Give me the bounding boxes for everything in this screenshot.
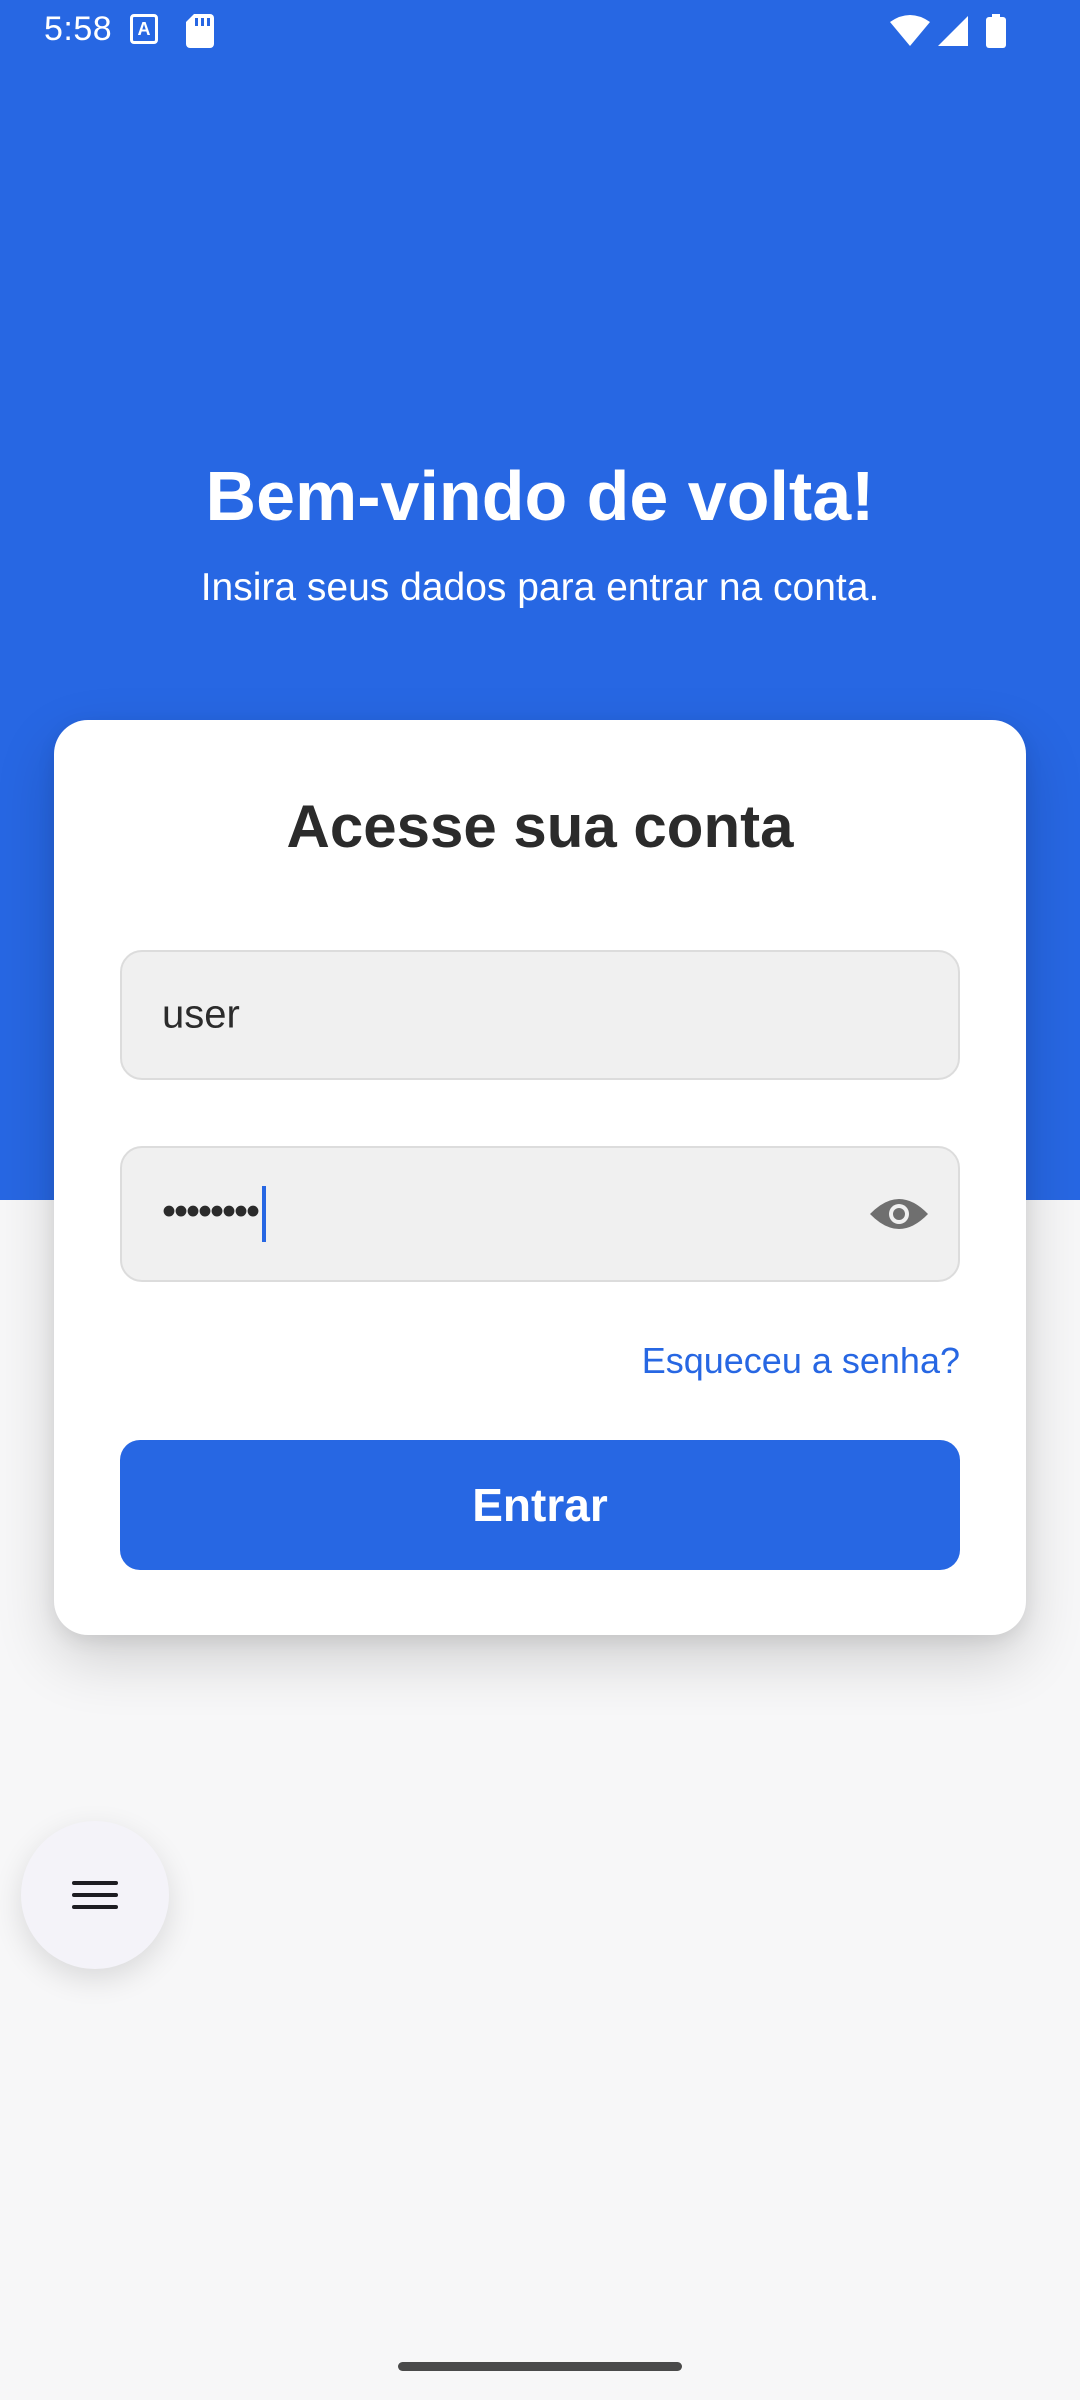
forgot-password-link[interactable]: Esqueceu a senha? [642, 1340, 960, 1382]
username-value: user [162, 992, 240, 1037]
sd-card-icon [186, 14, 214, 48]
username-field[interactable]: user [120, 950, 960, 1080]
battery-icon [986, 14, 1006, 48]
login-screen: 5:58 A Bem-vindo de volta! Insira seus d… [0, 0, 1080, 2400]
home-indicator[interactable] [398, 2362, 682, 2371]
eye-icon[interactable] [868, 1194, 930, 1234]
wifi-icon [890, 15, 930, 46]
status-bar: 5:58 A [0, 0, 1080, 64]
text-caret [262, 1186, 267, 1242]
signal-icon [938, 16, 968, 46]
welcome-subtitle: Insira seus dados para entrar na conta. [200, 566, 880, 609]
accessibility-a-icon: A [130, 14, 158, 44]
login-card: Acesse sua conta user •••••••• Esqueceu … [54, 720, 1026, 1635]
welcome-title: Bem-vindo de volta! [205, 457, 875, 535]
card-title: Acesse sua conta [286, 793, 794, 860]
login-button[interactable]: Entrar [120, 1440, 960, 1570]
menu-icon [72, 1881, 118, 1909]
menu-fab[interactable] [21, 1821, 169, 1969]
password-value-wrapper: •••••••• [162, 1186, 267, 1242]
password-value: •••••••• [162, 1189, 260, 1234]
status-time: 5:58 [44, 10, 113, 48]
password-field[interactable]: •••••••• [120, 1146, 960, 1282]
